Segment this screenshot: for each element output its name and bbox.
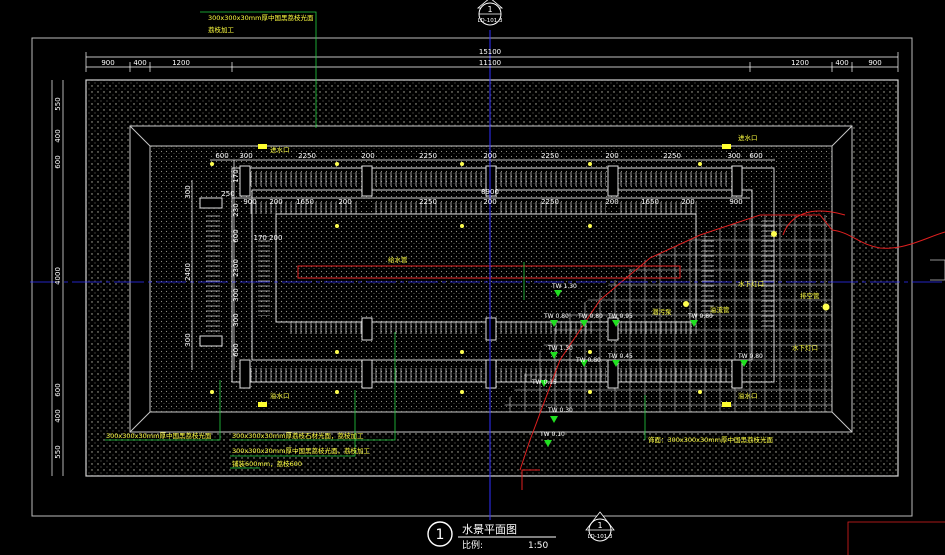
dim-pool: 200 [361, 152, 374, 160]
level-label: TW 0.10 [539, 431, 565, 438]
level-label: TW 0.80 [737, 353, 763, 360]
equipment-1: 潜污泵 [652, 307, 672, 316]
level-label: TW 0.80 [687, 313, 713, 320]
dim-left: 4000 [54, 267, 62, 285]
note-lower-3: 300x300x30mm厚中国黑荔枝光面，荔枝加工 [232, 446, 370, 455]
outlet-left: 溢水口 [270, 391, 290, 400]
title-number: 1 [436, 527, 445, 543]
dim-left: 550 [54, 445, 62, 458]
dim-top: 1200 [791, 59, 809, 67]
dim-pool: 2250 [663, 152, 681, 160]
dim-pool-total: 8900 [481, 188, 499, 196]
level-label: TW 0.95 [607, 313, 633, 320]
level-label: TW 0.80 [577, 313, 603, 320]
dim-pool-lower: 900 [243, 198, 256, 206]
level-label: TW 0.45 [607, 353, 633, 360]
dim-overall-inner: 11100 [479, 59, 501, 67]
level-label: TW 0.80 [575, 357, 601, 364]
note-lower-1: 300x300x30mm厚中国黑荔枝光面 [106, 431, 212, 440]
level-label: TW 0.30 [547, 407, 573, 414]
dim-small: 170 [232, 169, 240, 182]
section-bottom-ref: LD-101.3 [587, 534, 613, 540]
dim-pool-lower: 200 [483, 198, 496, 206]
dim-pool: 200 [605, 152, 618, 160]
dim-top: 400 [835, 59, 848, 67]
dim-pool: 600 [749, 152, 762, 160]
level-label: TW 1.30 [547, 345, 573, 352]
section-top-ref: LD-101.3 [477, 18, 503, 24]
dim-left-inner: 2400 [184, 263, 192, 281]
dim-small: 170 200 [254, 234, 283, 242]
dim-overall-total: 15100 [479, 48, 501, 56]
dim-pool-lower: 1650 [296, 198, 314, 206]
dim-left-inner: 600 [232, 229, 240, 242]
dim-left-inner: 600 [232, 343, 240, 356]
level-label: TW 0.15 [531, 379, 557, 386]
equipment-2: 溢流管 [710, 305, 730, 314]
dim-pool-lower: 200 [269, 198, 282, 206]
drawing-title: 水景平面图 [462, 523, 517, 536]
dim-small: 230 [232, 203, 240, 216]
dim-left: 400 [54, 129, 62, 142]
dim-left-inner: 300 [232, 313, 240, 326]
dim-pool-lower: 900 [729, 198, 742, 206]
note-top-1: 300x300x30mm厚中国黑荔枝光面 [208, 13, 314, 22]
section-bottom-number: 1 [597, 521, 602, 530]
section-top-number: 1 [487, 5, 492, 14]
note-lower-4: 铺装600mm，荔枝600 [232, 459, 302, 468]
dim-pool-lower: 2250 [541, 198, 559, 206]
level-label: TW 0.80 [543, 313, 569, 320]
dim-left-inner: 300 [184, 185, 192, 198]
note-top-2: 荔枝加工 [208, 25, 235, 34]
dim-pool: 200 [483, 152, 496, 160]
drain-1: 水下灯口 [738, 279, 764, 288]
scale-value: 1:50 [528, 541, 548, 551]
level-label: TW 1.30 [551, 283, 577, 290]
dim-pool: 300 [239, 152, 252, 160]
dim-pool-lower: 200 [681, 198, 694, 206]
dim-top: 900 [101, 59, 114, 67]
dim-left: 600 [54, 383, 62, 396]
dim-small: 300 [232, 288, 240, 301]
center-note: 给水管 [388, 255, 408, 264]
note-lower-2: 300x300x30mm厚荔枝石材光面，荔枝加工 [232, 431, 364, 440]
dim-pool: 2250 [298, 152, 316, 160]
dim-pool: 300 [727, 152, 740, 160]
dim-left: 550 [54, 97, 62, 110]
outlet-right: 溢水口 [738, 391, 758, 400]
dim-top: 400 [133, 59, 146, 67]
dim-left: 400 [54, 409, 62, 422]
dim-pool: 2250 [419, 152, 437, 160]
scale-label: 比例: [462, 539, 483, 551]
dim-pool: 2250 [541, 152, 559, 160]
inlet-top-left: 进水口 [270, 145, 290, 154]
dim-small: 250 [221, 190, 234, 198]
equipment-3: 排空管 [800, 291, 820, 300]
corner-fragment [847, 521, 945, 555]
dim-pool-lower: 200 [338, 198, 351, 206]
dim-small: 2300 [232, 259, 240, 277]
dim-pool-lower: 200 [605, 198, 618, 206]
dim-left-inner: 300 [184, 333, 192, 346]
dim-pool-lower: 1650 [641, 198, 659, 206]
dim-pool-lower: 2250 [419, 198, 437, 206]
inlet-top-right: 进水口 [738, 133, 758, 142]
drain-2: 水下灯口 [792, 343, 818, 352]
note-right: 饰面：300x300x30mm厚中国黑荔枝光面 [648, 435, 773, 444]
cad-drawing: 1 LD-101.3 1 LD-101.3 1 水景平面图 比例: 1:50 1… [30, 0, 945, 555]
dim-top: 1200 [172, 59, 190, 67]
dim-pool: 600 [215, 152, 228, 160]
dim-left: 600 [54, 155, 62, 168]
dim-top: 900 [868, 59, 881, 67]
